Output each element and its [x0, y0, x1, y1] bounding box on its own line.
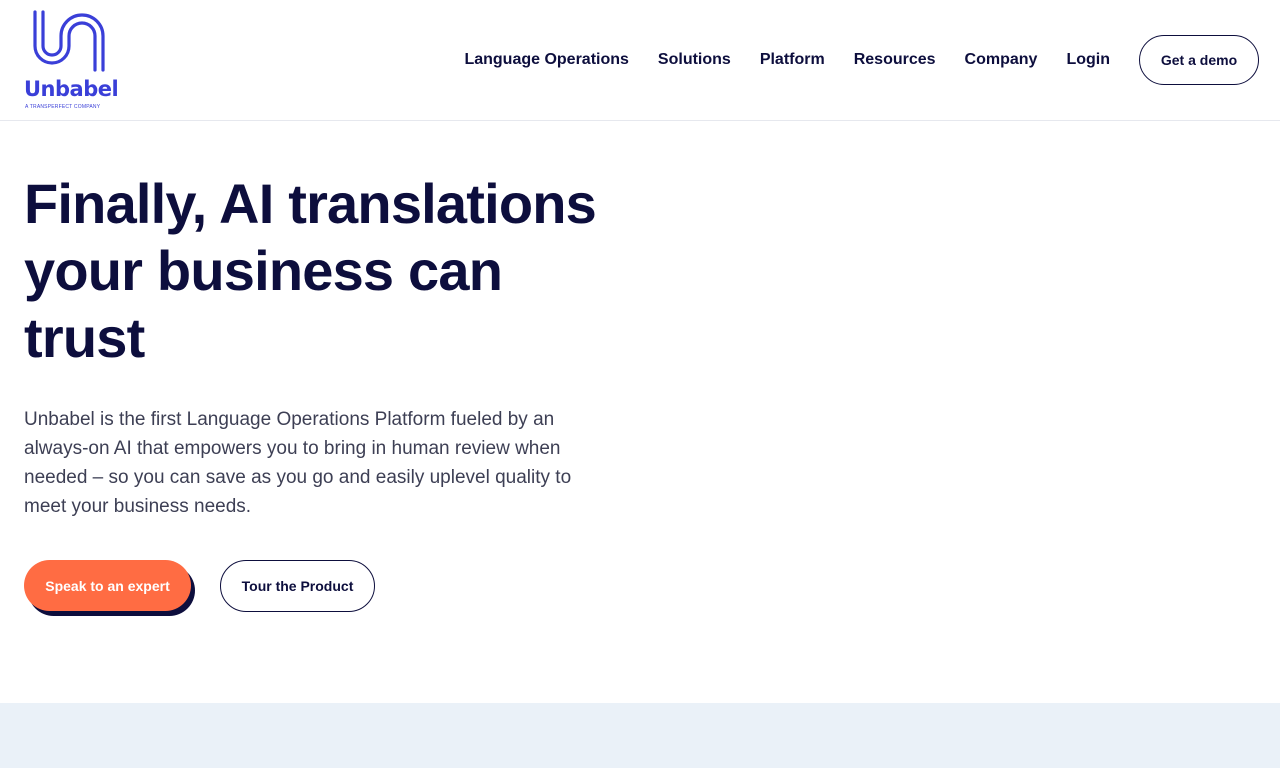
nav-resources[interactable]: Resources	[854, 51, 936, 69]
get-demo-button[interactable]: Get a demo	[1139, 35, 1259, 85]
hero-section: Finally, AI translations your business c…	[24, 170, 624, 521]
speak-to-expert-button[interactable]: Speak to an expert	[24, 560, 191, 611]
nav-platform[interactable]: Platform	[760, 51, 825, 69]
site-header: Unbabel A TRANSPERFECT COMPANY Language …	[0, 0, 1280, 121]
nav-solutions[interactable]: Solutions	[658, 51, 731, 69]
speak-expert-wrapper: Speak to an expert	[24, 560, 196, 616]
brand-tagline: A TRANSPERFECT COMPANY	[25, 104, 101, 110]
nav-company[interactable]: Company	[965, 51, 1038, 69]
hero-subtitle: Unbabel is the first Language Operations…	[24, 409, 572, 517]
brand-wordmark: Unbabel	[24, 77, 119, 101]
next-section-band	[0, 703, 1280, 768]
tour-product-button[interactable]: Tour the Product	[220, 560, 375, 612]
hero-title: Finally, AI translations your business c…	[24, 172, 597, 369]
nav-language-operations[interactable]: Language Operations	[464, 51, 628, 69]
brand-logo[interactable]: Unbabel A TRANSPERFECT COMPANY	[24, 8, 134, 112]
nav-login[interactable]: Login	[1066, 51, 1110, 69]
main-nav: Language Operations Solutions Platform R…	[464, 35, 1259, 85]
unbabel-logo-icon	[33, 10, 105, 72]
